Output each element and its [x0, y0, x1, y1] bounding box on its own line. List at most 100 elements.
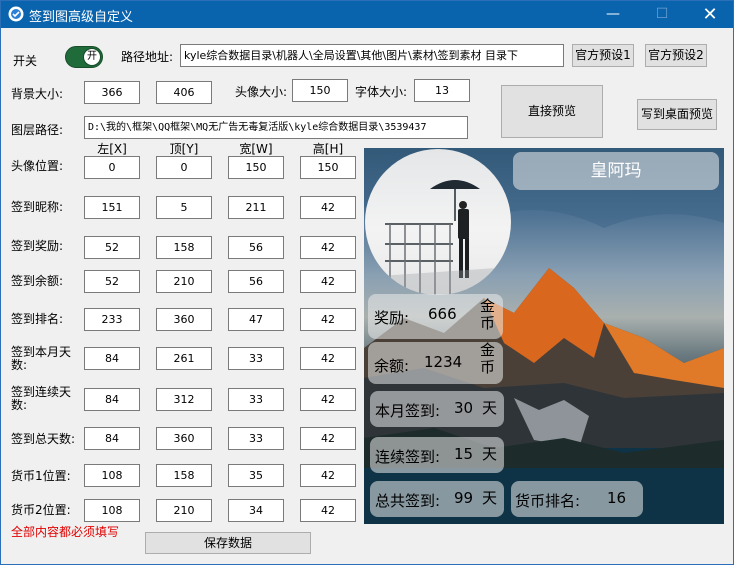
preview-month-label: 本月签到: [375, 402, 441, 420]
avatar-w-input[interactable]: 150 [228, 156, 284, 179]
preview-streak-unit: 天 [482, 445, 498, 463]
row-label-total-days: 签到总天数: [11, 432, 76, 446]
maximize-icon[interactable]: ☐ [639, 1, 685, 28]
currency2-w-input[interactable]: 34 [228, 499, 284, 522]
title-bar[interactable]: 签到图高级自定义 — ☐ ✕ [1, 1, 733, 28]
minimize-icon[interactable]: — [590, 1, 636, 28]
font-size-label: 字体大小: [355, 85, 408, 99]
currency2-h-input[interactable]: 42 [300, 499, 356, 522]
month-days-x-input[interactable]: 84 [84, 347, 140, 370]
preview-balance-pill: 余额: 1234 金币 [368, 342, 503, 384]
preview-total-label: 总共签到: [375, 492, 441, 510]
total-days-y-input[interactable]: 360 [156, 427, 212, 450]
column-header-w: 宽[W] [239, 142, 273, 156]
preview-month-pill: 本月签到: 30 天 [370, 391, 504, 427]
month-days-y-input[interactable]: 261 [156, 347, 212, 370]
currency2-y-input[interactable]: 210 [156, 499, 212, 522]
preset2-button[interactable]: 官方预设2 [645, 44, 707, 67]
path-input[interactable]: kyle综合数据目录\机器人\全局设置\其他\图片\素材\签到素材 目录下 [180, 44, 564, 67]
column-header-h: 高[H] [312, 142, 344, 156]
enable-toggle[interactable]: 开 [65, 46, 103, 68]
save-button[interactable]: 保存数据 [145, 532, 311, 554]
avatar-y-input[interactable]: 0 [156, 156, 212, 179]
preview-streak-label: 连续签到: [375, 448, 441, 466]
preset1-button[interactable]: 官方预设1 [572, 44, 634, 67]
layer-path-label: 图层路径: [11, 123, 64, 137]
currency1-y-input[interactable]: 158 [156, 464, 212, 487]
preview-balance-value: 1234 [424, 353, 463, 371]
preview-total-pill: 总共签到: 99 天 [370, 481, 504, 517]
preview-reward-label: 奖励: [374, 309, 410, 327]
total-days-w-input[interactable]: 33 [228, 427, 284, 450]
preview-total-value: 99 [454, 489, 474, 507]
currency2-x-input[interactable]: 108 [84, 499, 140, 522]
avatar-h-input[interactable]: 150 [300, 156, 356, 179]
rank-x-input[interactable]: 233 [84, 308, 140, 331]
direct-preview-button[interactable]: 直接预览 [501, 85, 603, 138]
preview-reward-unit: 金币 [480, 297, 496, 332]
row-label-rank: 签到排名: [11, 312, 64, 326]
currency1-x-input[interactable]: 108 [84, 464, 140, 487]
nickname-w-input[interactable]: 211 [228, 196, 284, 219]
toggle-knob: 开 [83, 48, 101, 66]
reward-x-input[interactable]: 52 [84, 236, 140, 259]
window-title: 签到图高级自定义 [29, 10, 134, 25]
balance-y-input[interactable]: 210 [156, 270, 212, 293]
streak-days-h-input[interactable]: 42 [300, 388, 356, 411]
preview-streak-value: 15 [454, 445, 474, 463]
currency1-h-input[interactable]: 42 [300, 464, 356, 487]
preview-rank-pill: 货币排名: 16 [511, 481, 643, 517]
currency1-w-input[interactable]: 35 [228, 464, 284, 487]
reward-w-input[interactable]: 56 [228, 236, 284, 259]
streak-days-x-input[interactable]: 84 [84, 388, 140, 411]
preview-balance-label: 余额: [374, 357, 410, 375]
preview-reward-pill: 奖励: 666 金币 [368, 294, 503, 339]
preview-nickname: 皇阿玛 [513, 152, 719, 190]
avatar-size-label: 头像大小: [235, 85, 288, 99]
close-icon[interactable]: ✕ [687, 1, 733, 28]
column-header-y: 顶[Y] [169, 142, 199, 156]
preview-reward-value: 666 [428, 305, 457, 323]
path-label: 路径地址: [121, 50, 174, 64]
rank-h-input[interactable]: 42 [300, 308, 356, 331]
rank-w-input[interactable]: 47 [228, 308, 284, 331]
nickname-y-input[interactable]: 5 [156, 196, 212, 219]
font-size-input[interactable]: 13 [414, 79, 470, 102]
total-days-h-input[interactable]: 42 [300, 427, 356, 450]
row-label-month-days: 签到本月天数: [11, 345, 72, 372]
reward-y-input[interactable]: 158 [156, 236, 212, 259]
streak-days-w-input[interactable]: 33 [228, 388, 284, 411]
balance-h-input[interactable]: 42 [300, 270, 356, 293]
nickname-x-input[interactable]: 151 [84, 196, 140, 219]
rank-y-input[interactable]: 360 [156, 308, 212, 331]
layer-path-input[interactable]: D:\我的\框架\QQ框架\MQ无广告无毒复活版\kyle综合数据目录\3539… [84, 116, 468, 139]
balance-w-input[interactable]: 56 [228, 270, 284, 293]
main-window: 签到图高级自定义 — ☐ ✕ 开关 开 路径地址: kyle综合数据目录\机器人… [0, 0, 734, 565]
preview-streak-pill: 连续签到: 15 天 [370, 437, 504, 473]
avatar-size-input[interactable]: 150 [292, 79, 348, 102]
row-label-balance: 签到余额: [11, 274, 64, 288]
preview-month-value: 30 [454, 399, 474, 417]
avatar-x-input[interactable]: 0 [84, 156, 140, 179]
preview-month-unit: 天 [482, 399, 498, 417]
bg-height-input[interactable]: 406 [156, 81, 212, 104]
month-days-w-input[interactable]: 33 [228, 347, 284, 370]
row-label-avatar: 头像位置: [11, 159, 64, 173]
avatar-image [365, 149, 511, 295]
preview-balance-unit: 金币 [480, 341, 496, 376]
app-icon [8, 6, 24, 22]
month-days-h-input[interactable]: 42 [300, 347, 356, 370]
balance-x-input[interactable]: 52 [84, 270, 140, 293]
desktop-preview-button[interactable]: 写到桌面预览 [637, 99, 717, 130]
nickname-h-input[interactable]: 42 [300, 196, 356, 219]
preview-rank-label: 货币排名: [515, 492, 581, 510]
row-label-reward: 签到奖励: [11, 239, 64, 253]
man-with-umbrella-image [365, 180, 511, 295]
total-days-x-input[interactable]: 84 [84, 427, 140, 450]
streak-days-y-input[interactable]: 312 [156, 388, 212, 411]
reward-h-input[interactable]: 42 [300, 236, 356, 259]
column-header-x: 左[X] [97, 142, 127, 156]
row-label-currency2: 货币2位置: [11, 503, 71, 517]
row-label-nickname: 签到昵称: [11, 200, 64, 214]
bg-width-input[interactable]: 366 [84, 81, 140, 104]
